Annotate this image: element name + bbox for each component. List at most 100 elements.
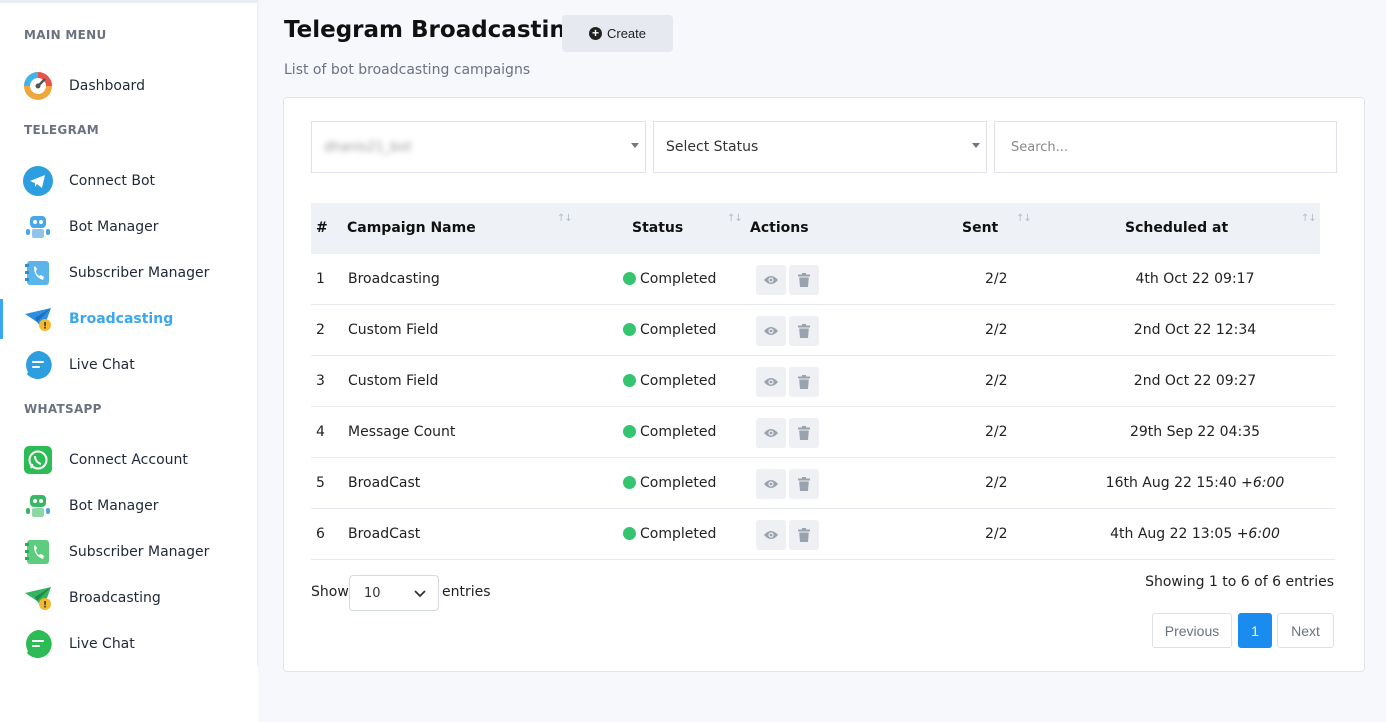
bot-select[interactable]: dhanis21_bot xyxy=(311,121,646,173)
previous-page-button[interactable]: Previous xyxy=(1152,613,1232,648)
campaign-name: Message Count xyxy=(348,424,456,440)
sidebar-item-wa-bot-manager[interactable]: Bot Manager xyxy=(0,486,257,526)
create-button[interactable]: + Create xyxy=(562,15,673,52)
table-row: 4 Message Count Completed 2/2 29th Sep 22 04… xyxy=(311,407,1335,458)
sort-icon[interactable]: ↑↓ xyxy=(557,213,573,224)
scheduled-at: 2nd Oct 22 09:27 xyxy=(1133,373,1257,389)
dashboard-gauge-icon xyxy=(22,70,54,102)
view-button[interactable] xyxy=(756,520,786,550)
sent-count: 2/2 xyxy=(985,475,1008,491)
sidebar-item-label: Subscriber Manager xyxy=(69,544,210,560)
sidebar-item-label: Bot Manager xyxy=(69,219,159,235)
table-header: # Campaign Name ↑↓ Status ↑↓ Actions Sen… xyxy=(311,203,1320,254)
sidebar-item-broadcasting[interactable]: ! Broadcasting xyxy=(0,299,257,339)
sidebar-item-subscriber-manager[interactable]: Subscriber Manager xyxy=(0,253,257,293)
trash-icon xyxy=(798,273,810,287)
sidebar-item-wa-live-chat[interactable]: Live Chat xyxy=(0,624,257,664)
col-header-status[interactable]: Status xyxy=(632,203,683,254)
whatsapp-icon xyxy=(22,444,54,476)
row-number: 3 xyxy=(316,373,325,389)
status-dot-icon xyxy=(623,272,636,285)
trash-icon xyxy=(798,375,810,389)
sidebar-item-connect-account[interactable]: Connect Account xyxy=(0,440,257,480)
delete-button[interactable] xyxy=(789,316,819,346)
row-number: 4 xyxy=(316,424,325,440)
page-length-select[interactable]: 10 xyxy=(349,575,439,611)
view-button[interactable] xyxy=(756,367,786,397)
subscriber-phone-icon xyxy=(22,536,54,568)
scheduled-at: 4th Aug 22 13:05 xyxy=(1110,526,1233,542)
next-page-button[interactable]: Next xyxy=(1277,613,1334,648)
sidebar-item-bot-manager[interactable]: Bot Manager xyxy=(0,207,257,247)
delete-button[interactable] xyxy=(789,418,819,448)
row-number: 6 xyxy=(316,526,325,542)
broadcast-plane-icon: ! xyxy=(22,582,54,614)
eye-icon xyxy=(764,480,778,488)
col-header-sent[interactable]: Sent xyxy=(962,203,998,254)
broadcast-plane-icon: ! xyxy=(22,303,54,335)
col-header-campaign-name[interactable]: Campaign Name xyxy=(347,203,476,254)
view-button[interactable] xyxy=(756,316,786,346)
sort-icon[interactable]: ↑↓ xyxy=(1301,213,1317,224)
scheduled-at-cell: 4th Oct 22 09:17 xyxy=(1067,254,1323,305)
eye-icon xyxy=(764,327,778,335)
scheduled-at: 16th Aug 22 15:40 xyxy=(1105,475,1237,491)
row-number: 2 xyxy=(316,322,325,338)
sidebar-item-live-chat[interactable]: Live Chat xyxy=(0,345,257,385)
status-text: Completed xyxy=(640,526,717,542)
status-select[interactable]: Select Status xyxy=(653,121,987,173)
view-button[interactable] xyxy=(756,418,786,448)
col-header-number[interactable]: # xyxy=(316,203,328,254)
menu-header-whatsapp: WHATSAPP xyxy=(24,402,102,416)
robot-icon xyxy=(22,490,54,522)
status-dot-icon xyxy=(623,323,636,336)
telegram-icon xyxy=(22,165,54,197)
caret-down-icon xyxy=(631,143,639,148)
sidebar-item-wa-broadcasting[interactable]: ! Broadcasting xyxy=(0,578,257,618)
scheduled-at: 2nd Oct 22 12:34 xyxy=(1133,322,1257,338)
page-subtitle: List of bot broadcasting campaigns xyxy=(284,62,531,78)
create-button-label: Create xyxy=(606,26,647,41)
table-row: 5 BroadCast Completed 2/2 16th Aug 22 15:40 … xyxy=(311,458,1335,509)
sent-count: 2/2 xyxy=(985,424,1008,440)
table-row: 1 Broadcasting Completed 2/2 4th Oct 22 09:1… xyxy=(311,254,1335,305)
sent-count: 2/2 xyxy=(985,373,1008,389)
scheduled-at-cell: 2nd Oct 22 09:27 xyxy=(1067,356,1323,407)
trash-icon xyxy=(798,477,810,491)
view-button[interactable] xyxy=(756,265,786,295)
status-select-value: Select Status xyxy=(666,139,759,155)
status-text: Completed xyxy=(640,424,717,440)
scheduled-at-cell: 29th Sep 22 04:35 xyxy=(1067,407,1323,458)
sent-count: 2/2 xyxy=(985,271,1008,287)
chevron-down-icon xyxy=(414,590,426,598)
sidebar-item-label: Live Chat xyxy=(69,636,135,652)
search-input[interactable] xyxy=(994,121,1337,173)
trash-icon xyxy=(798,324,810,338)
campaign-name: Custom Field xyxy=(348,322,439,338)
status-cell: Completed xyxy=(623,254,716,305)
sidebar-item-connect-bot[interactable]: Connect Bot xyxy=(0,161,257,201)
subscriber-phone-icon xyxy=(22,257,54,289)
col-header-scheduled-at[interactable]: Scheduled at xyxy=(1125,203,1228,254)
campaign-name: BroadCast xyxy=(348,475,421,491)
sort-icon[interactable]: ↑↓ xyxy=(1016,213,1032,224)
delete-button[interactable] xyxy=(789,520,819,550)
sidebar-item-wa-subscriber-manager[interactable]: Subscriber Manager xyxy=(0,532,257,572)
chat-bubble-icon xyxy=(22,628,54,660)
delete-button[interactable] xyxy=(789,265,819,295)
table-row: 2 Custom Field Completed 2/2 2nd Oct 22 12:3… xyxy=(311,305,1335,356)
sidebar-item-label: Bot Manager xyxy=(69,498,159,514)
page-title: Telegram Broadcasting xyxy=(284,17,583,43)
delete-button[interactable] xyxy=(789,367,819,397)
view-button[interactable] xyxy=(756,469,786,499)
sidebar-item-dashboard[interactable]: Dashboard xyxy=(0,66,257,106)
row-number: 5 xyxy=(316,475,325,491)
status-cell: Completed xyxy=(623,458,716,509)
sort-icon[interactable]: ↑↓ xyxy=(727,213,743,224)
delete-button[interactable] xyxy=(789,469,819,499)
timezone-offset: +6:00 xyxy=(1241,475,1285,491)
page-1-button[interactable]: 1 xyxy=(1238,613,1272,648)
status-cell: Completed xyxy=(623,356,716,407)
svg-text:!: ! xyxy=(43,601,47,611)
status-cell: Completed xyxy=(623,509,716,560)
